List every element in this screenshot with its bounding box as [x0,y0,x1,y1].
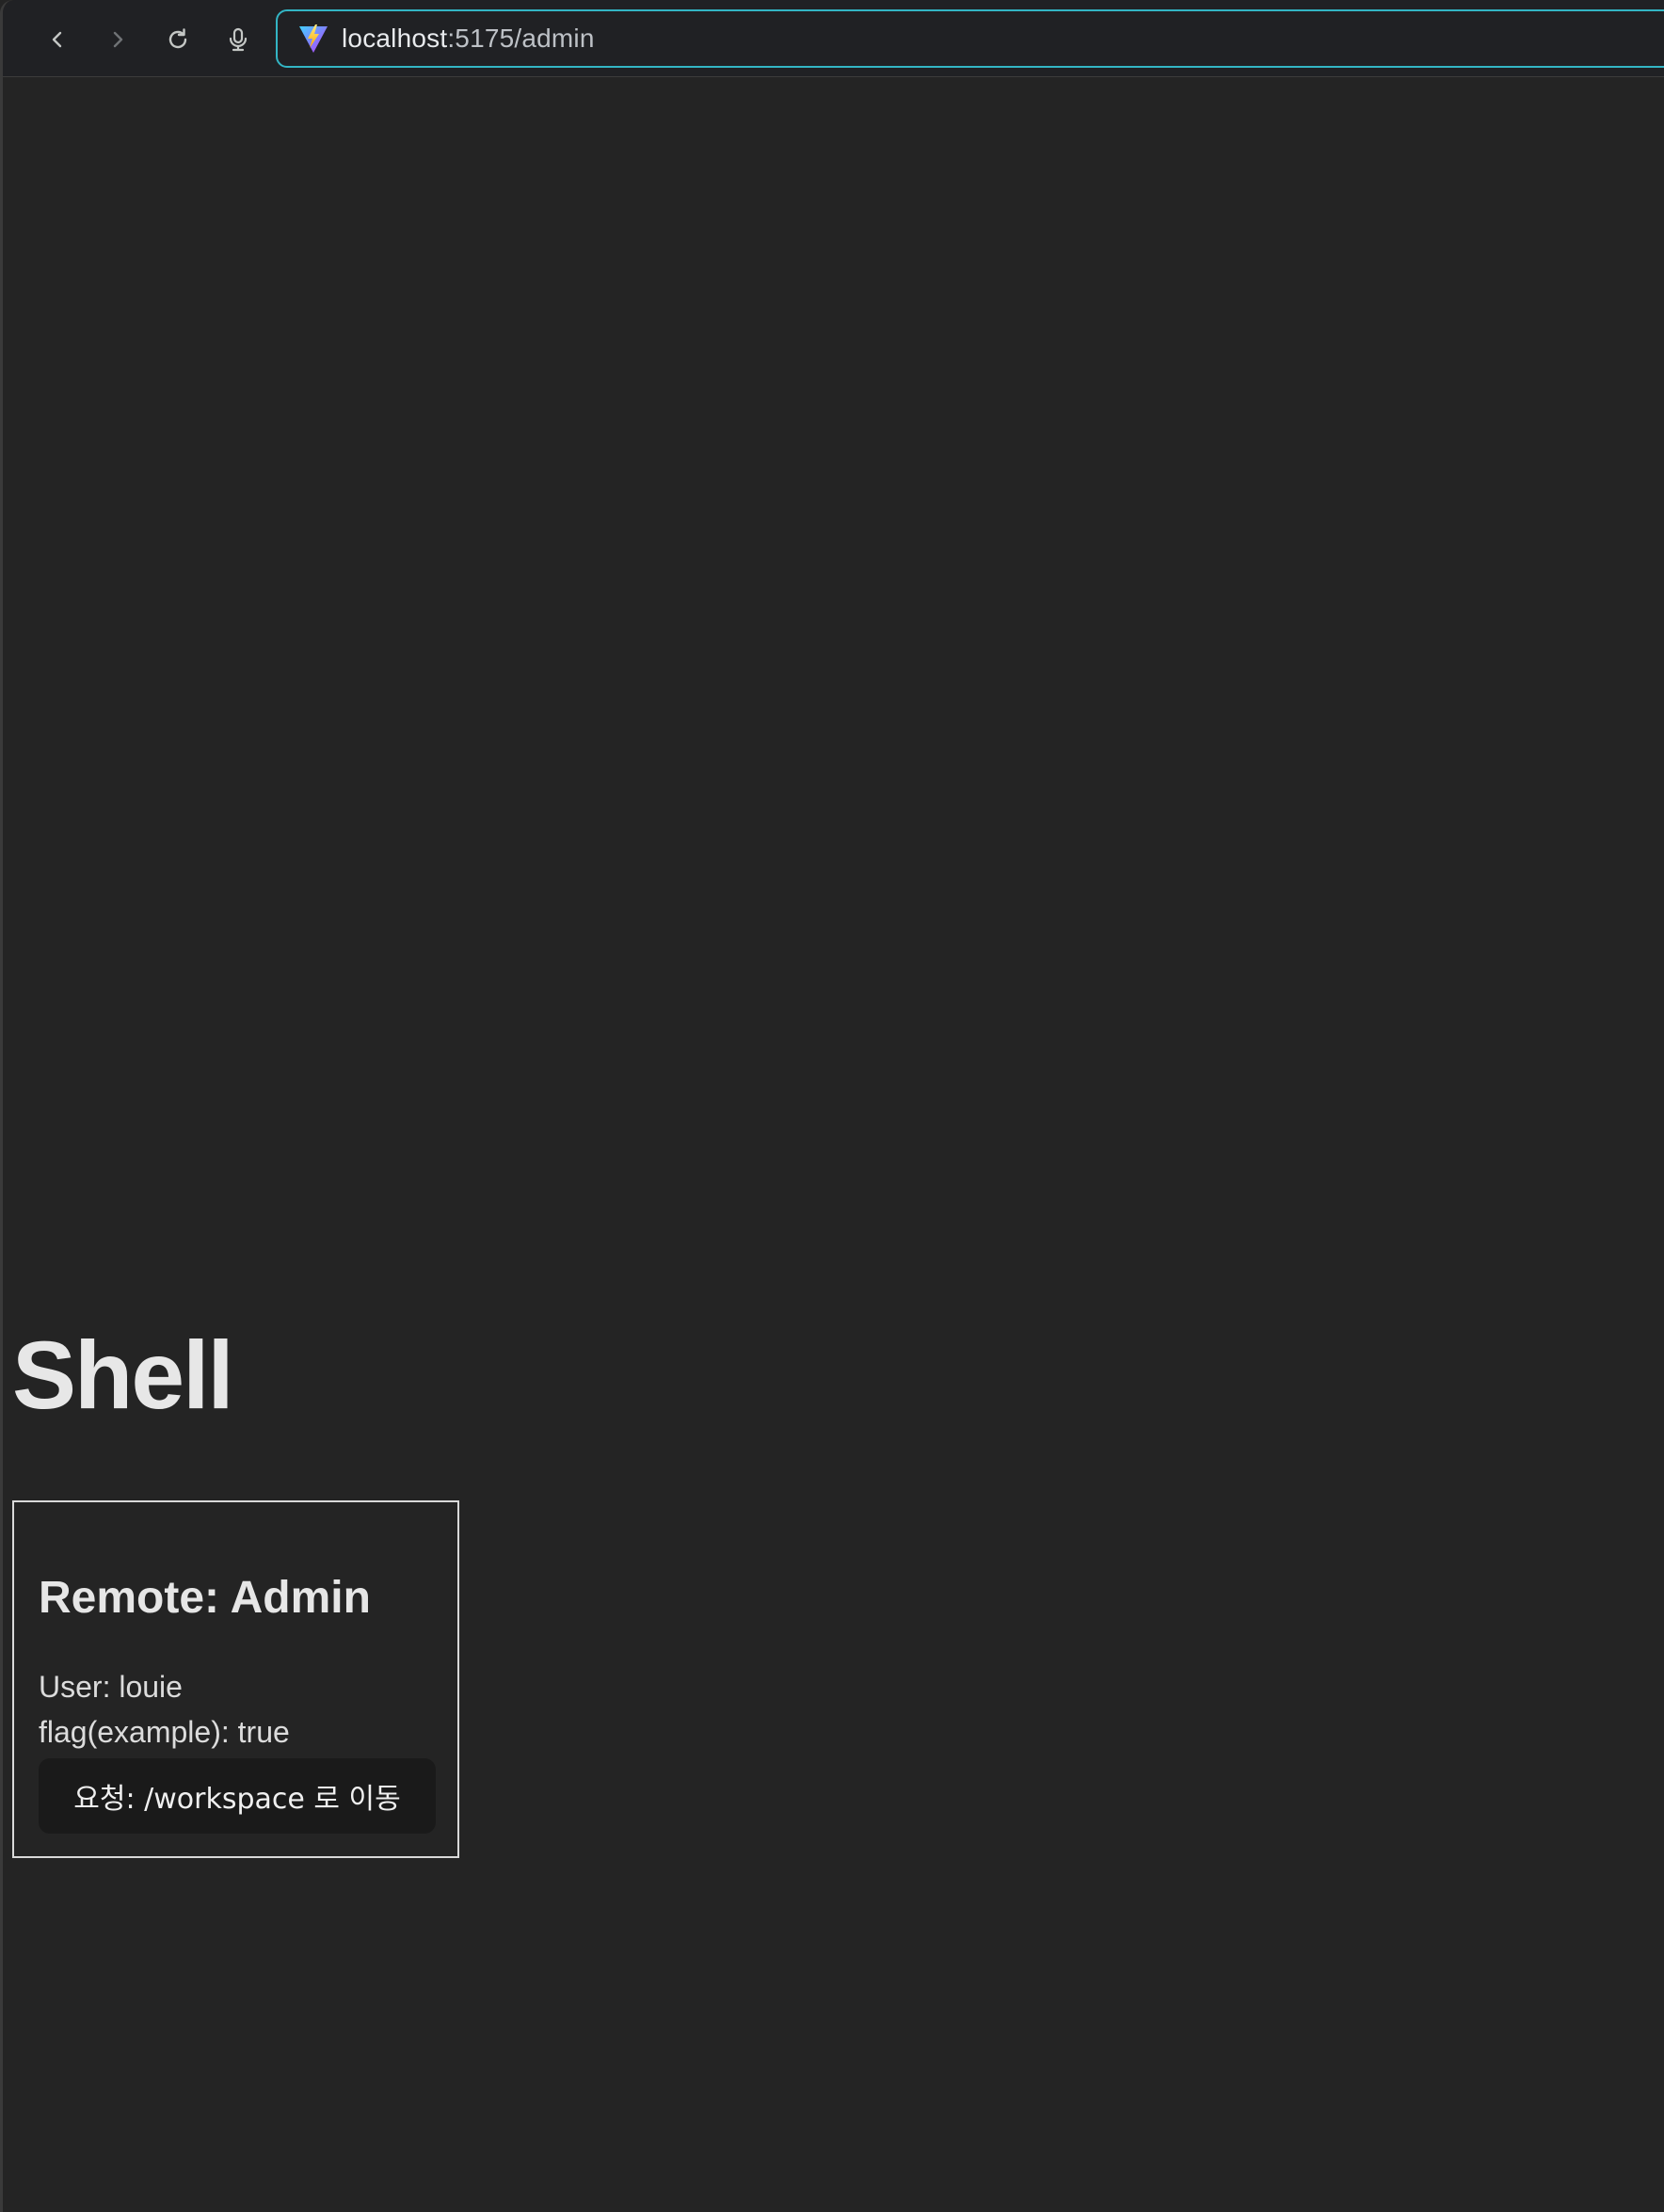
url-path: :5175/admin [447,24,595,53]
microphone-icon [229,27,248,52]
page-title: Shell [12,1322,234,1429]
vite-logo-icon [296,22,330,56]
page-content: Shell Remote: Admin User: louie flag(exa… [12,77,1664,2212]
chevron-right-icon [113,31,123,48]
remote-admin-panel: Remote: Admin User: louie flag(example):… [12,1500,459,1858]
chevron-left-icon [52,31,62,48]
user-info: User: louie [39,1670,183,1704]
remote-title: Remote: Admin [39,1573,371,1623]
reload-icon [168,28,187,49]
back-button[interactable] [37,19,78,60]
voice-search-button[interactable] [217,19,259,60]
address-bar[interactable]: localhost:5175/admin [276,9,1664,68]
navigate-workspace-button[interactable]: 요청: /workspace 로 이동 [39,1758,436,1834]
forward-button[interactable] [97,19,138,60]
url-host: localhost [342,24,448,53]
url-text[interactable]: localhost:5175/admin [342,24,595,54]
flag-info: flag(example): true [39,1715,290,1749]
browser-window: localhost:5175/admin Shell Remote: Admin… [0,0,1664,2212]
browser-toolbar: localhost:5175/admin [3,0,1664,77]
reload-button[interactable] [157,19,199,60]
